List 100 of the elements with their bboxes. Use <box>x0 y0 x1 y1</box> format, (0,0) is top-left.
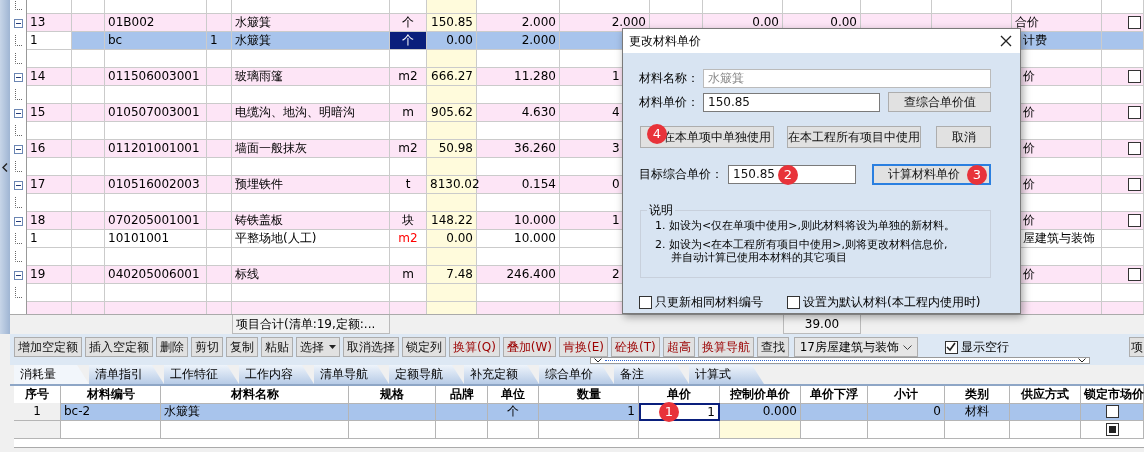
tab[interactable]: 工作特征 <box>164 365 239 384</box>
table-cell: 0.00 <box>427 230 477 248</box>
tree-line-icon <box>13 287 23 299</box>
checkbox[interactable] <box>1128 142 1141 155</box>
close-icon[interactable] <box>1000 35 1012 47</box>
toolbar-button[interactable]: 换算导航 <box>697 337 754 357</box>
table-cell: 150.85 <box>427 14 477 32</box>
combo-value: 17房屋建筑与装饰 <box>799 338 899 356</box>
toolbar-button[interactable]: 插入空定额 <box>85 337 153 357</box>
column-header[interactable]: 小计 <box>868 386 945 404</box>
toolbar-button[interactable]: 增加空定额 <box>14 337 82 357</box>
tab[interactable]: 工作内容 <box>239 365 314 384</box>
checkbox[interactable] <box>1105 423 1119 436</box>
toolbar-button[interactable]: 剪切 <box>191 337 223 357</box>
tree-line-icon <box>13 89 23 101</box>
tab[interactable]: 清单导航 <box>314 365 389 384</box>
tree-line-icon <box>13 233 23 245</box>
table-cell: 50.98 <box>427 140 477 158</box>
dialog-title: 更改材料单价 <box>629 32 701 50</box>
collapse-icon[interactable] <box>13 270 23 280</box>
checkbox[interactable] <box>639 296 652 309</box>
checkbox[interactable] <box>945 340 958 354</box>
collapse-icon[interactable] <box>13 108 23 118</box>
column-header[interactable]: 类别 <box>945 386 1010 404</box>
calculate-button[interactable]: 计算材料单价 3 <box>872 163 991 185</box>
checkbox[interactable] <box>1128 16 1141 29</box>
toolbar-button[interactable]: 删除 <box>156 337 188 357</box>
toolbar-button[interactable]: 粘贴 <box>261 337 293 357</box>
table-cell: 1 <box>14 403 61 421</box>
tree-line-icon <box>13 161 23 173</box>
tab[interactable]: 综合单价 <box>539 365 614 384</box>
cell-editor[interactable]: 1 1 <box>639 403 720 421</box>
action-button[interactable]: 在本工程所有项目中使用 <box>787 126 921 148</box>
chevron-down-icon <box>1078 358 1086 363</box>
toolbar-button[interactable]: 取消选择 <box>343 337 399 357</box>
toolbar-button[interactable]: 肯换(E) <box>559 337 608 357</box>
table-cell: 0.00 <box>427 32 477 50</box>
collapse-icon[interactable] <box>13 18 23 28</box>
table-cell: bc-2 <box>61 403 161 421</box>
lookup-button[interactable]: 查综合单价值 <box>888 92 991 112</box>
column-header[interactable]: 品牌 <box>436 386 488 404</box>
toolbar-button[interactable]: 查找 <box>756 337 789 357</box>
column-header[interactable]: 单价下浮 <box>801 386 868 404</box>
tab[interactable]: 消耗量 <box>14 365 89 384</box>
tree-line-icon <box>13 35 23 47</box>
collapse-icon[interactable] <box>13 72 23 82</box>
checkbox[interactable] <box>1128 268 1141 281</box>
tree-line-icon <box>13 0 23 11</box>
checkbox[interactable] <box>1128 214 1141 227</box>
collapse-icon[interactable] <box>13 180 23 190</box>
column-header[interactable]: 数量 <box>539 386 639 404</box>
checkbox-label: 显示空行 <box>961 338 1009 356</box>
checkbox[interactable] <box>1128 106 1141 119</box>
toolbar-button[interactable]: 叠加(W) <box>502 337 557 357</box>
table-cell: 1 <box>27 230 72 248</box>
tab[interactable]: 清单指引 <box>89 365 164 384</box>
column-header[interactable]: 规格 <box>349 386 436 404</box>
caret-down-icon <box>329 345 336 349</box>
column-header[interactable]: 材料编号 <box>61 386 161 404</box>
column-header[interactable]: 材料名称 <box>161 386 349 404</box>
column-header[interactable]: 单位 <box>488 386 539 404</box>
chevron-down-icon <box>903 344 912 350</box>
collapse-bar[interactable] <box>590 357 1090 364</box>
checkbox-label: 设置为默认材料(本工程内使用时) <box>803 294 981 311</box>
tab[interactable]: 定额导航 <box>389 365 464 384</box>
combo-box[interactable]: 17房屋建筑与装饰 <box>793 337 918 357</box>
dropdown-button[interactable]: 选择 <box>296 337 340 357</box>
chevron-left-icon[interactable] <box>2 162 8 172</box>
table-cell: 1 <box>27 32 72 50</box>
table-cell: 7.48 <box>427 266 477 284</box>
checkbox-label: 只更新相同材料编号 <box>655 294 763 311</box>
table-row[interactable]: 1 bc-2 水簸箕 个 1 1 1 0.000 0 材料 <box>14 403 1144 421</box>
column-header[interactable]: 控制价单价 <box>720 386 801 404</box>
toolbar-button[interactable]: 砼换(T) <box>611 337 660 357</box>
table-cell: 8130.02 <box>427 176 477 194</box>
collapse-icon[interactable] <box>13 216 23 226</box>
toolbar-button[interactable]: 超高 <box>662 337 695 357</box>
tree-line-icon <box>13 251 23 263</box>
checkbox[interactable] <box>1128 178 1141 191</box>
table-cell: 材料 <box>945 403 1010 421</box>
table-cell: 0 <box>868 403 945 421</box>
checkbox[interactable] <box>1105 405 1119 418</box>
checkbox[interactable] <box>787 296 800 309</box>
input-field[interactable]: 150.85 <box>703 92 880 112</box>
table-cell: 148.22 <box>427 212 477 230</box>
column-header[interactable]: 供应方式 <box>1010 386 1081 404</box>
tab[interactable]: 补充定额 <box>464 365 539 384</box>
tab[interactable]: 备注 <box>614 365 689 384</box>
action-button[interactable]: 取消 <box>936 126 991 148</box>
table-row[interactable]: 13 01B002 水簸箕 个 150.85 2.000 2.000 0.00 0.00 合价 <box>10 14 1144 32</box>
tab[interactable]: 计算式 <box>689 365 764 384</box>
toolbar-button[interactable]: 换算(Q) <box>449 337 500 357</box>
collapse-icon[interactable] <box>13 144 23 154</box>
column-header[interactable]: 锁定市场价 <box>1081 386 1144 404</box>
toolbar-button[interactable]: 复制 <box>226 337 258 357</box>
step-badge: 1 <box>659 402 679 422</box>
tree-line-icon <box>13 197 23 209</box>
toolbar-button[interactable]: 锁定列 <box>402 337 446 357</box>
checkbox[interactable] <box>1128 70 1141 83</box>
toolbar-button[interactable]: 项 <box>1129 337 1144 357</box>
